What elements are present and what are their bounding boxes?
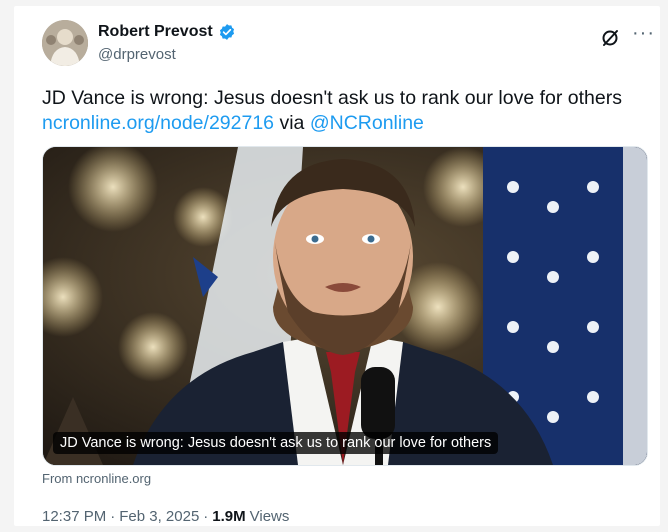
- avatar[interactable]: [42, 20, 88, 66]
- more-icon[interactable]: ···: [632, 23, 655, 43]
- post-date[interactable]: Feb 3, 2025: [119, 508, 199, 525]
- tweet-text: JD Vance is wrong: Jesus doesn't ask us …: [42, 86, 642, 136]
- post-time[interactable]: 12:37 PM: [42, 508, 106, 525]
- meta-separator: ·: [203, 508, 209, 525]
- link-card-image[interactable]: JD Vance is wrong: Jesus doesn't ask us …: [42, 146, 648, 466]
- article-photo: [43, 147, 647, 465]
- views-count: 1.9M: [212, 508, 246, 525]
- tweet-card: Robert Prevost @drprevost ··· JD Vance i…: [14, 6, 660, 526]
- author-handle[interactable]: @drprevost: [98, 46, 176, 63]
- link-source[interactable]: From ncronline.org: [42, 471, 151, 486]
- author-name-row[interactable]: Robert Prevost: [98, 23, 236, 41]
- tweet-links-line: ncronline.org/node/292716 via @NCRonline: [42, 111, 642, 136]
- tweet-text-line: JD Vance is wrong: Jesus doesn't ask us …: [42, 87, 622, 109]
- verified-badge-icon: [218, 23, 236, 41]
- via-word: via: [279, 112, 305, 134]
- meta-separator: ·: [110, 508, 116, 525]
- media-caption: JD Vance is wrong: Jesus doesn't ask us …: [53, 432, 499, 454]
- views-label: Views: [249, 508, 290, 525]
- author-display-name[interactable]: Robert Prevost: [98, 23, 213, 41]
- tweet-meta: 12:37 PM · Feb 3, 2025 · 1.9M Views: [42, 508, 289, 525]
- article-link[interactable]: ncronline.org/node/292716: [42, 112, 274, 134]
- grok-icon[interactable]: [600, 28, 620, 48]
- mention-link[interactable]: @NCRonline: [310, 112, 424, 134]
